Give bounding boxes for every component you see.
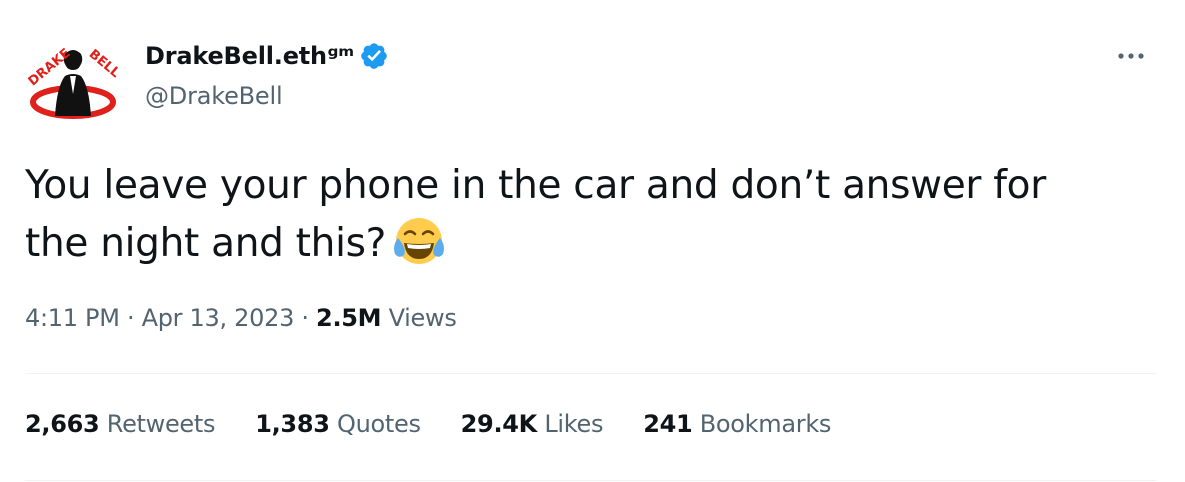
bookmarks-label: Bookmarks xyxy=(699,410,832,438)
avatar[interactable]: DRAKE BELL xyxy=(25,36,121,132)
divider xyxy=(25,373,1156,374)
retweets-count: 2,663 xyxy=(25,410,100,438)
divider xyxy=(25,480,1156,481)
retweets-stat[interactable]: 2,663 Retweets xyxy=(25,410,216,438)
display-name[interactable]: DrakeBell.ethᵍᵐ xyxy=(145,42,354,70)
author-block: DrakeBell.ethᵍᵐ @DrakeBell xyxy=(145,38,389,110)
tweet-date: Apr 13, 2023 xyxy=(141,304,295,332)
bookmarks-count: 241 xyxy=(643,410,693,438)
likes-stat[interactable]: 29.4K Likes xyxy=(461,410,604,438)
author-name-row[interactable]: DrakeBell.ethᵍᵐ xyxy=(145,38,389,74)
quotes-label: Quotes xyxy=(336,410,421,438)
tweet-text: You leave your phone in the car and don’… xyxy=(25,158,1165,272)
tweet-stats: 2,663 Retweets 1,383 Quotes 29.4K Likes … xyxy=(25,410,871,438)
author-handle[interactable]: @DrakeBell xyxy=(145,82,389,110)
tweet-card: DRAKE BELL DrakeBell.ethᵍᵐ @DrakeBell Yo… xyxy=(0,0,1185,482)
tweet-timestamp[interactable]: 4:11 PM · Apr 13, 2023 xyxy=(25,304,294,332)
likes-count: 29.4K xyxy=(460,410,538,438)
tweet-meta: 4:11 PM · Apr 13, 2023 · 2.5M Views xyxy=(25,304,457,332)
bookmarks-stat[interactable]: 241 Bookmarks xyxy=(643,410,831,438)
tweet-time: 4:11 PM xyxy=(25,304,120,332)
likes-label: Likes xyxy=(544,410,604,438)
views-label: Views xyxy=(388,304,457,332)
verified-badge-icon[interactable] xyxy=(359,41,389,71)
retweets-label: Retweets xyxy=(106,410,216,438)
quotes-count: 1,383 xyxy=(255,410,330,438)
face-with-tears-of-joy-icon xyxy=(392,214,446,268)
more-options-button[interactable] xyxy=(1106,38,1156,74)
display-name-suffix: ᵍᵐ xyxy=(326,42,354,70)
tweet-text-line-2-text: the night and this? xyxy=(25,221,387,266)
meta-separator: · xyxy=(294,304,317,332)
tweet-text-line-2: the night and this? xyxy=(25,214,1165,272)
more-horizontal-icon xyxy=(1118,53,1144,59)
quotes-stat[interactable]: 1,383 Quotes xyxy=(255,410,421,438)
tweet-text-line-1: You leave your phone in the car and don’… xyxy=(25,163,1046,208)
display-name-text: DrakeBell.eth xyxy=(145,42,327,70)
meta-separator: · xyxy=(119,304,142,332)
views-count: 2.5M xyxy=(316,304,382,332)
drake-bell-logo-avatar-icon: DRAKE BELL xyxy=(25,36,121,132)
